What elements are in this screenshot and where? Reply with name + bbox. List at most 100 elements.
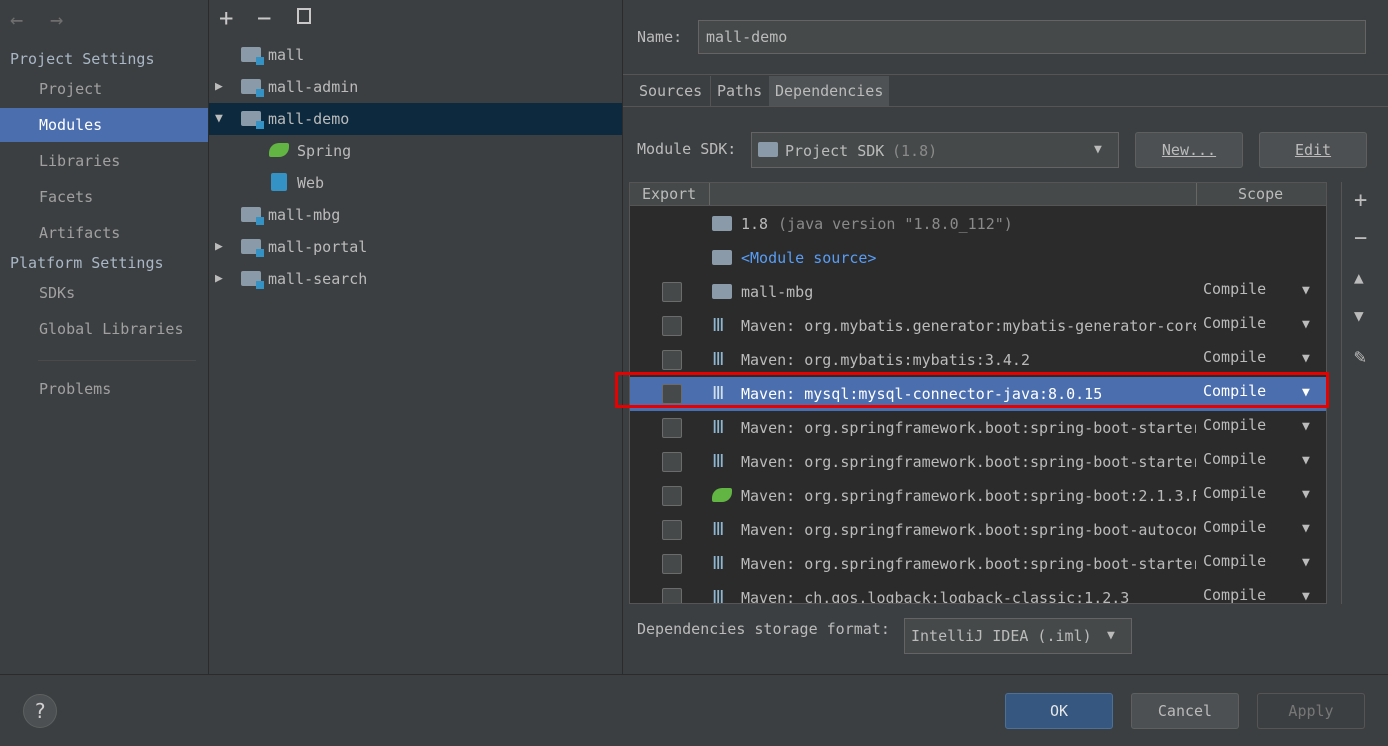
scope-value[interactable]: Compile (1203, 280, 1266, 298)
tree-row-spring[interactable]: Spring (209, 135, 622, 167)
module-name-input[interactable]: mall-demo (698, 20, 1366, 54)
scope-value[interactable]: Compile (1203, 416, 1266, 434)
scope-value[interactable]: Compile (1203, 314, 1266, 332)
export-checkbox[interactable] (662, 486, 682, 506)
maven-library-icon: Ⅲ (712, 349, 725, 370)
scope-dropdown-icon[interactable]: ▼ (1302, 555, 1310, 570)
add-icon[interactable]: + (219, 4, 233, 32)
export-checkbox[interactable] (662, 282, 682, 302)
module-folder-icon (241, 239, 264, 257)
nav-item-problems[interactable]: Problems (0, 372, 208, 406)
col-export-header[interactable]: Export (642, 185, 696, 203)
edit-pencil-icon[interactable]: ✎ (1354, 344, 1366, 368)
col-scope-header[interactable]: Scope (1238, 185, 1283, 203)
export-checkbox[interactable] (662, 418, 682, 438)
scope-dropdown-icon[interactable]: ▼ (1302, 419, 1310, 434)
export-checkbox[interactable] (662, 350, 682, 370)
ok-button[interactable]: OK (1005, 693, 1113, 729)
dependency-name: mall-mbg (741, 283, 814, 301)
tree-row-mall-admin[interactable]: ▶ mall-admin (209, 71, 622, 103)
scope-dropdown-icon[interactable]: ▼ (1302, 351, 1310, 366)
scope-value[interactable]: Compile (1203, 484, 1266, 502)
chevron-down-icon: ▼ (1107, 628, 1115, 643)
table-row-module-source[interactable]: <Module source> (630, 241, 1326, 275)
dependency-name: Maven: org.springframework.boot:spring-b… (741, 453, 1196, 471)
scope-value[interactable]: Compile (1203, 348, 1266, 366)
table-row[interactable]: mall-mbg Compile ▼ (630, 275, 1326, 309)
module-sdk-select[interactable]: Project SDK (1.8) ▼ (751, 132, 1119, 168)
table-row-jdk[interactable]: 1.8 (java version "1.8.0_112") (630, 207, 1326, 241)
scope-value[interactable]: Compile (1203, 552, 1266, 570)
table-row[interactable]: Ⅲ Maven: org.springframework.boot:spring… (630, 513, 1326, 547)
scope-dropdown-icon[interactable]: ▼ (1302, 589, 1310, 603)
sdk-version: (1.8) (892, 142, 938, 160)
sdk-folder-icon (758, 142, 778, 157)
remove-icon[interactable]: − (257, 4, 271, 32)
move-up-icon[interactable]: ▲ (1354, 268, 1364, 287)
table-row[interactable]: Ⅲ Maven: org.mybatis.generator:mybatis-g… (630, 309, 1326, 343)
collapse-arrow-icon[interactable]: ▼ (215, 103, 229, 135)
nav-item-project[interactable]: Project (0, 72, 208, 106)
table-row[interactable]: Maven: org.springframework.boot:spring-b… (630, 479, 1326, 513)
scope-value[interactable]: Compile (1203, 586, 1266, 603)
move-down-icon[interactable]: ▼ (1354, 306, 1364, 325)
tree-row-mall[interactable]: mall (209, 39, 622, 71)
new-sdk-button[interactable]: New... (1135, 132, 1243, 168)
scope-value[interactable]: Compile (1203, 450, 1266, 468)
edit-sdk-button[interactable]: Edit (1259, 132, 1367, 168)
storage-format-value: IntelliJ IDEA (.iml) (911, 627, 1092, 645)
nav-item-global-libraries[interactable]: Global Libraries (0, 312, 208, 346)
platform-settings-heading: Platform Settings (10, 254, 164, 272)
export-checkbox[interactable] (662, 316, 682, 336)
back-arrow-icon[interactable]: ← (10, 8, 23, 33)
expand-arrow-icon[interactable]: ▶ (215, 263, 229, 295)
copy-icon[interactable] (297, 8, 311, 24)
module-icon (712, 284, 732, 299)
table-row[interactable]: Ⅲ Maven: org.springframework.boot:spring… (630, 445, 1326, 479)
apply-button[interactable]: Apply (1257, 693, 1365, 729)
table-row[interactable]: Ⅲ Maven: org.springframework.boot:spring… (630, 411, 1326, 445)
table-header: Export Scope (630, 183, 1326, 206)
nav-item-artifacts[interactable]: Artifacts (0, 216, 208, 250)
forward-arrow-icon[interactable]: → (50, 8, 63, 33)
remove-dependency-icon[interactable]: − (1354, 226, 1367, 251)
scope-dropdown-icon[interactable]: ▼ (1302, 453, 1310, 468)
scope-value[interactable]: Compile (1203, 518, 1266, 536)
help-button[interactable]: ? (23, 694, 57, 728)
tree-row-label: mall-search (268, 270, 368, 288)
table-row[interactable]: Ⅲ Maven: org.springframework.boot:spring… (630, 547, 1326, 581)
tree-row-mall-mbg[interactable]: mall-mbg (209, 199, 622, 231)
scope-dropdown-icon[interactable]: ▼ (1302, 487, 1310, 502)
footer-divider (0, 674, 1388, 675)
scope-dropdown-icon[interactable]: ▼ (1302, 521, 1310, 536)
nav-item-sdks[interactable]: SDKs (0, 276, 208, 310)
expand-arrow-icon[interactable]: ▶ (215, 71, 229, 103)
tree-row-mall-portal[interactable]: ▶ mall-portal (209, 231, 622, 263)
maven-library-icon: Ⅲ (712, 519, 725, 540)
export-checkbox[interactable] (662, 554, 682, 574)
dependency-toolbar: + − ▲ ▼ ✎ (1341, 182, 1388, 604)
tab-sources[interactable]: Sources (633, 76, 708, 106)
tab-dependencies[interactable]: Dependencies (769, 76, 890, 106)
tree-row-label: mall-admin (268, 78, 359, 96)
tree-row-mall-demo[interactable]: ▼ mall-demo (209, 103, 622, 135)
tree-row-mall-search[interactable]: ▶ mall-search (209, 263, 622, 295)
nav-item-modules[interactable]: Modules (0, 108, 208, 142)
scope-dropdown-icon[interactable]: ▼ (1302, 317, 1310, 332)
cancel-button[interactable]: Cancel (1131, 693, 1239, 729)
tree-row-web[interactable]: Web (209, 167, 622, 199)
export-checkbox[interactable] (662, 520, 682, 540)
scope-dropdown-icon[interactable]: ▼ (1302, 283, 1310, 298)
nav-item-libraries[interactable]: Libraries (0, 144, 208, 178)
expand-arrow-icon[interactable]: ▶ (215, 231, 229, 263)
module-folder-icon (241, 79, 264, 97)
storage-format-select[interactable]: IntelliJ IDEA (.iml) ▼ (904, 618, 1132, 654)
export-checkbox[interactable] (662, 588, 682, 603)
export-checkbox[interactable] (662, 452, 682, 472)
table-row[interactable]: Ⅲ Maven: ch.qos.logback:logback-classic:… (630, 581, 1326, 603)
spring-boot-icon (712, 488, 732, 502)
jdk-detail: (java version "1.8.0_112") (778, 215, 1013, 233)
nav-item-facets[interactable]: Facets (0, 180, 208, 214)
tab-paths[interactable]: Paths (710, 76, 768, 106)
add-dependency-icon[interactable]: + (1354, 188, 1367, 213)
